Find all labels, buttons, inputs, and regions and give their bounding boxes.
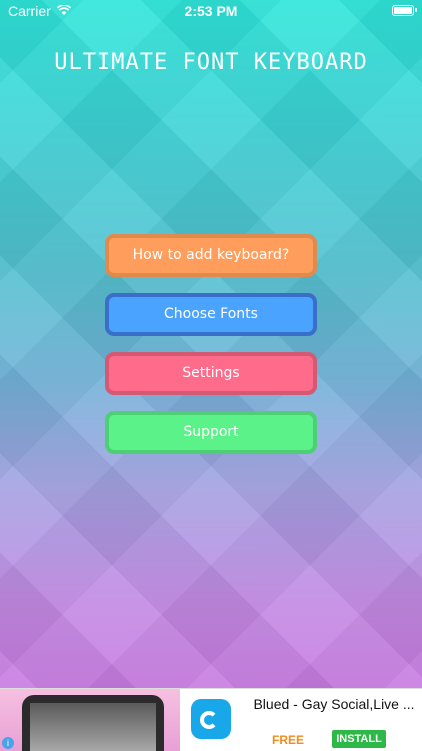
ad-app-icon[interactable] bbox=[181, 689, 243, 751]
blued-logo-icon bbox=[191, 699, 231, 739]
choose-fonts-button[interactable]: Choose Fonts bbox=[105, 293, 317, 336]
status-bar: Carrier 2:53 PM bbox=[0, 0, 422, 22]
status-time: 2:53 PM bbox=[184, 3, 238, 19]
ad-phone-screen bbox=[22, 695, 164, 751]
app-title: ULTIMATE FONT KEYBOARD bbox=[54, 50, 368, 75]
ad-image[interactable]: i bbox=[0, 689, 180, 751]
main-menu: How to add keyboard? Choose Fonts Settin… bbox=[105, 234, 317, 470]
ad-install-button[interactable]: INSTALL bbox=[332, 730, 386, 748]
how-to-add-keyboard-button[interactable]: How to add keyboard? bbox=[105, 234, 317, 277]
info-icon[interactable]: i bbox=[2, 737, 14, 749]
ad-title: Blued - Gay Social,Live ... bbox=[253, 696, 415, 712]
settings-button[interactable]: Settings bbox=[105, 352, 317, 395]
battery-icon bbox=[392, 5, 417, 16]
ad-price: FREE bbox=[272, 733, 305, 747]
support-button[interactable]: Support bbox=[105, 411, 317, 454]
ad-phone-inner bbox=[30, 703, 156, 751]
ad-banner[interactable]: i Blued - Gay Social,Live ... FREE INSTA… bbox=[0, 688, 422, 751]
